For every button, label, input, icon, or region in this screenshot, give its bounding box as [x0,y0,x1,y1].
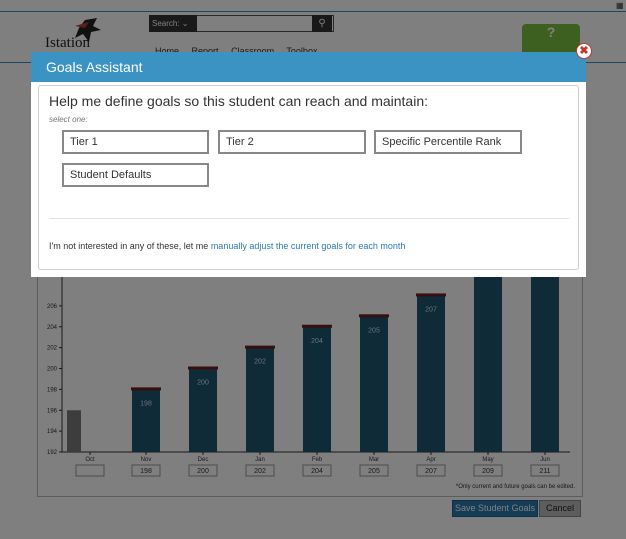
option-tier-1[interactable]: Tier 1 [62,130,209,154]
select-hint: select one: [49,115,88,124]
dialog-body: Help me define goals so this student can… [38,85,579,270]
manual-adjust-text: I'm not interested in any of these, let … [49,241,406,251]
option-percentile-rank[interactable]: Specific Percentile Rank [374,130,522,154]
dialog-prompt: Help me define goals so this student can… [49,93,429,109]
goals-assistant-dialog: Goals Assistant Help me define goals so … [31,52,586,277]
manual-adjust-link[interactable]: manually adjust the current goals for ea… [211,241,406,251]
dialog-title: Goals Assistant [31,52,586,82]
dialog-divider [49,218,569,219]
option-tier-2[interactable]: Tier 2 [218,130,366,154]
close-icon: ✖ [579,45,589,57]
close-dialog-button[interactable]: ✖ [576,43,592,59]
option-student-defaults[interactable]: Student Defaults [62,163,209,187]
